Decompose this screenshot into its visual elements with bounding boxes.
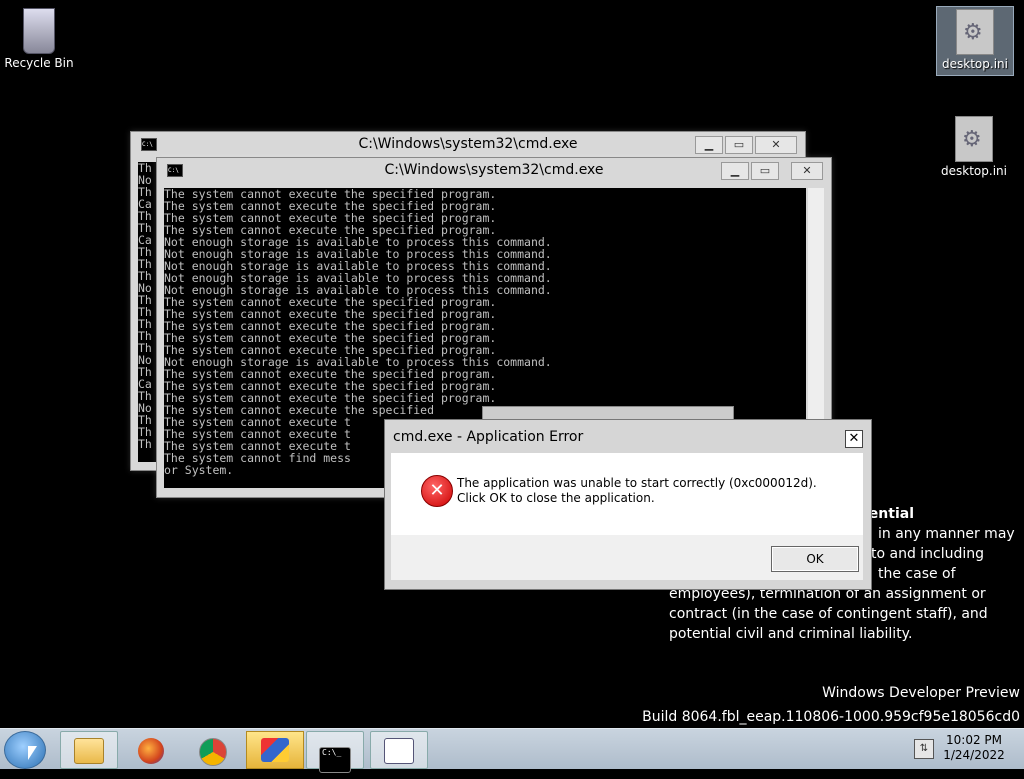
firefox-icon <box>138 738 164 764</box>
error-icon: ✕ <box>421 475 453 507</box>
desktop-ini-label: desktop.ini <box>942 57 1008 71</box>
clock-time: 10:02 PM <box>946 733 1002 747</box>
build-name: Windows Developer Preview <box>822 685 1020 701</box>
taskbar-chrome[interactable] <box>184 731 242 769</box>
dialog-footer: OK <box>391 535 863 580</box>
folder-icon <box>74 738 104 764</box>
close-button[interactable]: ✕ <box>845 430 863 448</box>
chrome-icon <box>199 738 227 766</box>
maximize-button[interactable]: ▭ <box>725 136 753 154</box>
desktop-ini-icon-selected[interactable]: desktop.ini <box>936 6 1014 76</box>
taskbar-document[interactable] <box>370 731 428 769</box>
build-number: Build 8064.fbl_eeap.110806-1000.959cf95e… <box>642 709 1020 725</box>
dialog-title: cmd.exe - Application Error <box>393 429 584 445</box>
document-icon <box>384 738 414 764</box>
error-message: The application was unable to start corr… <box>457 476 817 505</box>
clock[interactable]: 10:02 PM 1/24/2022 <box>940 733 1008 763</box>
network-icon[interactable]: ⇅ <box>914 739 934 759</box>
taskbar-app[interactable] <box>246 731 304 769</box>
taskbar-firefox[interactable] <box>122 731 180 769</box>
taskbar-cmd[interactable]: C:\_ <box>306 731 364 773</box>
app-icon <box>261 738 289 762</box>
settings-file-icon <box>956 9 994 55</box>
console-output: Th No Th Ca Th Th Ca Th Th Th No Th Th T… <box>138 162 156 462</box>
close-button[interactable]: ✕ <box>755 136 797 154</box>
start-button[interactable] <box>4 731 46 769</box>
minimize-button[interactable]: ▁ <box>695 136 723 154</box>
recycle-bin-label: Recycle Bin <box>4 56 74 70</box>
watermark-line: potential civil and criminal liability. <box>669 626 913 642</box>
mouse-cursor-icon <box>28 746 37 760</box>
watermark-line: contract (in the case of contingent staf… <box>669 606 988 622</box>
settings-file-icon <box>955 116 993 162</box>
console-icon: C:\_ <box>319 747 351 773</box>
application-error-dialog[interactable]: cmd.exe - Application Error ✕ ✕ The appl… <box>384 419 872 590</box>
trash-icon <box>23 8 55 54</box>
title-bar[interactable]: C:\ C:\Windows\system32\cmd.exe ▁ ▭ ✕ <box>131 132 805 156</box>
taskbar: C:\_ ⇅ 10:02 PM 1/24/2022 <box>0 728 1024 773</box>
desktop-ini-icon[interactable]: desktop.ini <box>936 114 1012 178</box>
desktop-ini-label: desktop.ini <box>941 164 1007 178</box>
maximize-button[interactable]: ▭ <box>751 162 779 180</box>
title-bar[interactable]: C:\ C:\Windows\system32\cmd.exe ▁ ▭ ✕ <box>157 158 831 182</box>
minimize-button[interactable]: ▁ <box>721 162 749 180</box>
close-button[interactable]: ✕ <box>791 162 823 180</box>
taskbar-explorer[interactable] <box>60 731 118 769</box>
recycle-bin-icon[interactable]: Recycle Bin <box>1 6 77 70</box>
clock-date: 1/24/2022 <box>943 748 1005 762</box>
ok-button[interactable]: OK <box>771 546 859 572</box>
